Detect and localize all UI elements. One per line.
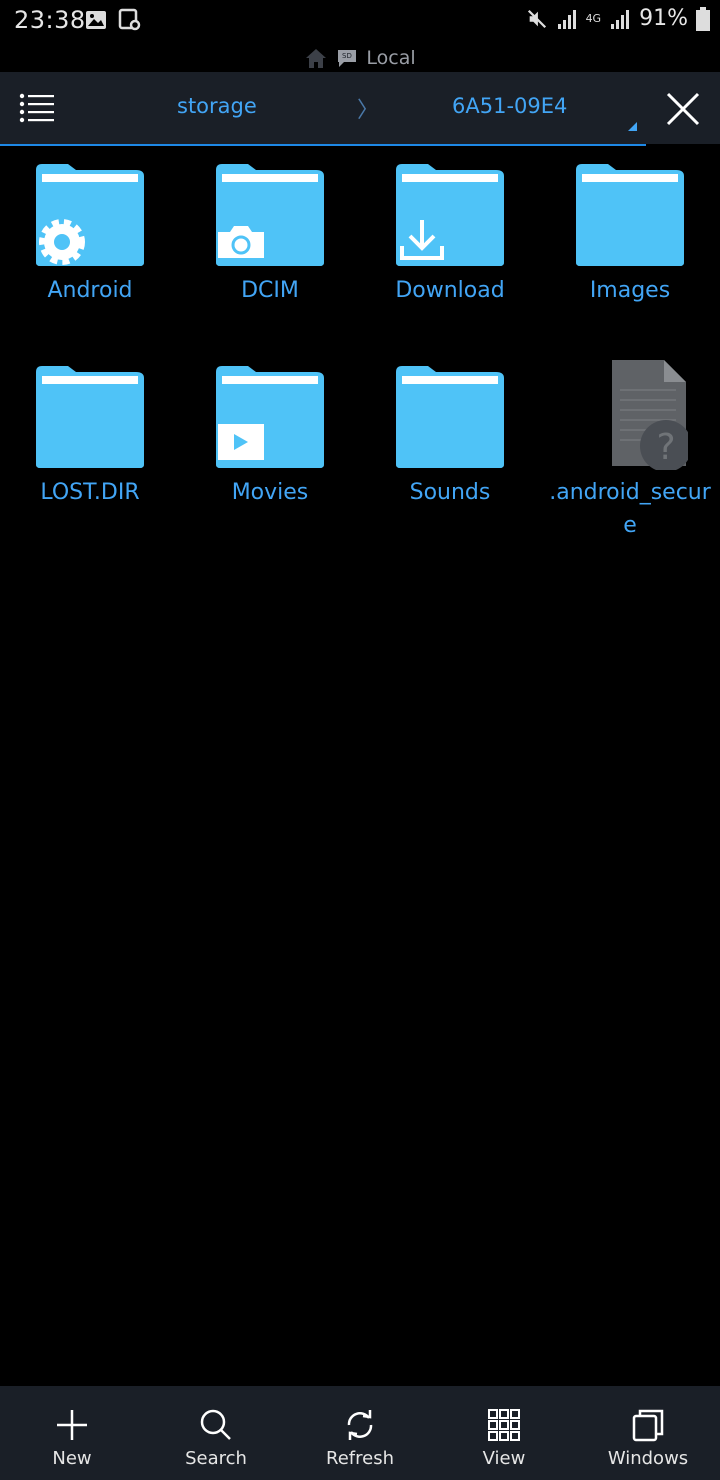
signal-icon-2 xyxy=(611,9,630,29)
path-toolbar: storage 〉 6A51-09E4 xyxy=(0,72,720,144)
location-notification-icon xyxy=(118,8,141,31)
grid-view-icon xyxy=(488,1409,520,1441)
gallery-notification-icon xyxy=(86,11,106,29)
menu-icon[interactable] xyxy=(18,92,58,124)
windows-label: Windows xyxy=(607,1448,689,1469)
file-name: Movies xyxy=(231,480,309,505)
file-name: Download xyxy=(395,278,505,303)
folder-video-icon xyxy=(216,366,324,468)
sd-card-icon: SD xyxy=(338,50,357,67)
dropdown-indicator-icon[interactable] xyxy=(628,122,637,131)
network-type: 4G xyxy=(585,11,602,25)
svg-text:SD: SD xyxy=(342,52,352,60)
folder-icon xyxy=(576,164,684,266)
search-label: Search xyxy=(185,1448,247,1469)
file-name: Android xyxy=(47,278,133,303)
refresh-label: Refresh xyxy=(326,1448,394,1469)
file-item-android-secure[interactable]: ? .android_secure xyxy=(540,360,720,542)
folder-download-icon xyxy=(396,164,504,266)
folder-camera-icon xyxy=(216,164,324,266)
plus-icon xyxy=(57,1410,87,1440)
refresh-button[interactable]: Refresh xyxy=(288,1386,432,1480)
breadcrumb-device[interactable]: 6A51-09E4 xyxy=(452,94,567,118)
close-icon[interactable] xyxy=(662,88,704,130)
refresh-icon xyxy=(347,1410,373,1440)
search-icon xyxy=(200,1409,231,1440)
file-item-dcim[interactable]: DCIM xyxy=(180,158,360,307)
view-button[interactable]: View xyxy=(432,1386,576,1480)
windows-icon xyxy=(632,1409,664,1442)
file-name: Images xyxy=(589,278,671,303)
file-name: DCIM xyxy=(241,278,299,303)
search-button[interactable]: Search xyxy=(144,1386,288,1480)
svg-text:?: ? xyxy=(656,427,675,468)
folder-icon xyxy=(36,366,144,468)
home-icon[interactable] xyxy=(304,47,328,69)
folder-settings-icon xyxy=(36,164,144,266)
status-time: 23:38 xyxy=(14,6,86,34)
file-item-movies[interactable]: Movies xyxy=(180,360,360,509)
location-label[interactable]: Local xyxy=(366,47,415,69)
mute-icon xyxy=(527,9,546,28)
breadcrumb-storage[interactable]: storage xyxy=(177,94,257,118)
location-breadcrumb[interactable]: SD Local xyxy=(0,44,720,72)
file-item-images[interactable]: Images xyxy=(540,158,720,307)
file-name: LOST.DIR xyxy=(40,480,140,505)
file-item-download[interactable]: Download xyxy=(360,158,540,307)
file-item-lost-dir[interactable]: LOST.DIR xyxy=(0,360,180,509)
battery-icon xyxy=(696,6,710,31)
new-label: New xyxy=(52,1448,92,1469)
new-button[interactable]: New xyxy=(0,1386,144,1480)
breadcrumb-separator: 〉 xyxy=(357,98,380,123)
view-label: View xyxy=(482,1448,526,1469)
unknown-file-icon: ? xyxy=(612,360,688,470)
toolbar-underline xyxy=(0,144,646,146)
file-name: Sounds xyxy=(409,480,491,505)
status-bar: 23:38 4G 91% xyxy=(0,0,720,44)
folder-icon xyxy=(396,366,504,468)
bottom-toolbar: New Search Refresh View Windows xyxy=(0,1386,720,1480)
signal-icon xyxy=(557,9,576,29)
file-name: .android_secure xyxy=(549,480,711,538)
file-item-android[interactable]: Android xyxy=(0,158,180,307)
battery-percent: 91% xyxy=(639,6,688,31)
file-item-sounds[interactable]: Sounds xyxy=(360,360,540,509)
windows-button[interactable]: Windows xyxy=(576,1386,720,1480)
